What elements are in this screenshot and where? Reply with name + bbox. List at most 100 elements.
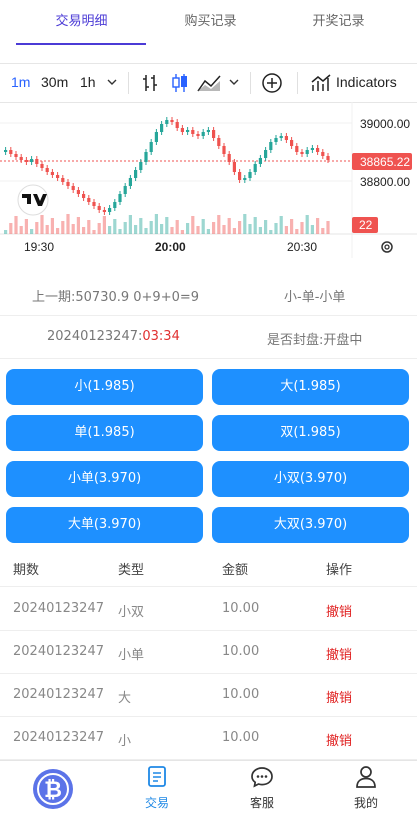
candle-style-icon[interactable] (170, 72, 190, 97)
divider (128, 72, 129, 94)
table-row: 20240123247 大 10.00 撤销 (0, 673, 417, 717)
candle (186, 130, 190, 132)
volume-bar (316, 218, 320, 234)
candle (35, 159, 39, 164)
area-chart-style-icon[interactable] (196, 72, 222, 97)
bet-button-small[interactable]: 小(1.985) (6, 369, 203, 405)
current-period-number: 20240123247: (47, 329, 143, 344)
candle (284, 136, 288, 140)
candle (310, 148, 314, 150)
volume-bar (128, 215, 132, 234)
nav-home[interactable]: ₿ (13, 767, 93, 814)
volume-bar (326, 221, 330, 234)
divider (297, 72, 298, 94)
tradingview-logo-icon[interactable] (17, 184, 49, 216)
candle (279, 136, 283, 138)
candle (24, 160, 28, 162)
candle (222, 146, 226, 154)
bet-button-big[interactable]: 大(1.985) (212, 369, 409, 405)
price-chart[interactable]: 39000.00 38865.22 38800.00 22 19:30 20:0… (0, 102, 417, 258)
cancel-button[interactable]: 撤销 (326, 687, 352, 706)
chart-settings-gear-icon[interactable] (381, 241, 393, 253)
current-period-row: 20240123247:03:34 是否封盘:开盘中 (0, 316, 417, 359)
volume-bar (300, 222, 304, 234)
candle (134, 170, 138, 178)
volume-bar (191, 216, 195, 234)
volume-bar (35, 222, 39, 234)
style-dropdown-chevron-icon[interactable] (228, 72, 240, 95)
nav-profile[interactable]: 我的 (326, 765, 406, 811)
candle (71, 186, 75, 190)
user-icon (356, 766, 376, 788)
interval-30m[interactable]: 30m (41, 74, 68, 90)
volume-bar (92, 230, 96, 234)
bet-button-odd[interactable]: 单(1.985) (6, 415, 203, 451)
volume-bar (186, 223, 190, 234)
candle (40, 164, 44, 168)
volume-bar (50, 218, 54, 234)
nav-trade[interactable]: 交易 (117, 765, 197, 811)
row-type: 小双 (118, 605, 145, 620)
volume-bar (87, 220, 91, 234)
orders-table-header: 期数 类型 金额 操作 (0, 548, 417, 587)
svg-text:₿: ₿ (44, 778, 62, 803)
interval-1m[interactable]: 1m (11, 74, 30, 90)
tab-bar: 交易明细 购买记录 开奖记录 (0, 0, 417, 46)
row-type: 大 (118, 691, 132, 706)
volume-bar (61, 221, 65, 234)
indicators-icon[interactable] (310, 72, 332, 97)
interval-1h[interactable]: 1h (80, 74, 96, 90)
candle (248, 172, 252, 178)
volume-bar (97, 223, 101, 234)
candle (165, 120, 169, 124)
tab-draw-records[interactable]: 开奖记录 (269, 10, 408, 29)
candle (160, 124, 164, 132)
add-compare-plus-icon[interactable] (261, 72, 283, 97)
cancel-button[interactable]: 撤销 (326, 730, 352, 749)
last-period-result: 上一期:50730.9 0+9+0=9 (32, 290, 200, 305)
nav-support[interactable]: 客服 (222, 765, 302, 811)
tab-trade-details[interactable]: 交易明细 (12, 10, 151, 29)
nav-support-label: 客服 (249, 796, 274, 810)
candle (238, 172, 242, 180)
candle (326, 156, 330, 160)
volume-bar (258, 227, 262, 234)
candle (108, 208, 112, 212)
candle (243, 178, 247, 180)
candlestick-chart[interactable]: 39000.00 38865.22 38800.00 22 19:30 20:0… (0, 102, 417, 258)
candle (128, 178, 132, 186)
volume-bar (279, 216, 283, 234)
last-period-outcome: 小-单-小单 (284, 290, 346, 305)
indicators-button[interactable]: Indicators (336, 74, 397, 90)
candle (170, 120, 174, 122)
chart-toolbar: 1m 30m 1h Indicators (0, 63, 417, 103)
bet-button-even[interactable]: 双(1.985) (212, 415, 409, 451)
bar-chart-style-icon[interactable] (140, 72, 160, 97)
row-type: 小 (118, 734, 132, 749)
time-axis-label: 20:30 (287, 240, 317, 254)
cancel-button[interactable]: 撤销 (326, 644, 352, 663)
candle (113, 202, 117, 208)
volume-bar (113, 219, 117, 234)
divider (250, 72, 251, 94)
volume-bar (160, 224, 164, 234)
candle (92, 202, 96, 206)
volume-bar (139, 218, 143, 234)
volume-bar (201, 219, 205, 234)
bet-button-small-even[interactable]: 小双(3.970) (212, 461, 409, 497)
tab-purchase-records[interactable]: 购买记录 (141, 10, 280, 29)
row-period: 20240123247 (13, 730, 104, 745)
table-row: 20240123247 小双 10.00 撤销 (0, 587, 417, 631)
volume-bar (19, 226, 23, 234)
bet-button-big-even[interactable]: 大双(3.970) (212, 507, 409, 543)
volume-bar (123, 222, 127, 234)
candle (118, 194, 122, 202)
interval-dropdown-chevron-icon[interactable] (106, 72, 118, 95)
bet-button-small-odd[interactable]: 小单(3.970) (6, 461, 203, 497)
cancel-button[interactable]: 撤销 (326, 601, 352, 620)
volume-label: 22 (359, 218, 373, 232)
nav-profile-label: 我的 (353, 796, 378, 810)
bet-button-big-odd[interactable]: 大单(3.970) (6, 507, 203, 543)
volume-bar (196, 226, 200, 234)
volume-bar (165, 217, 169, 234)
